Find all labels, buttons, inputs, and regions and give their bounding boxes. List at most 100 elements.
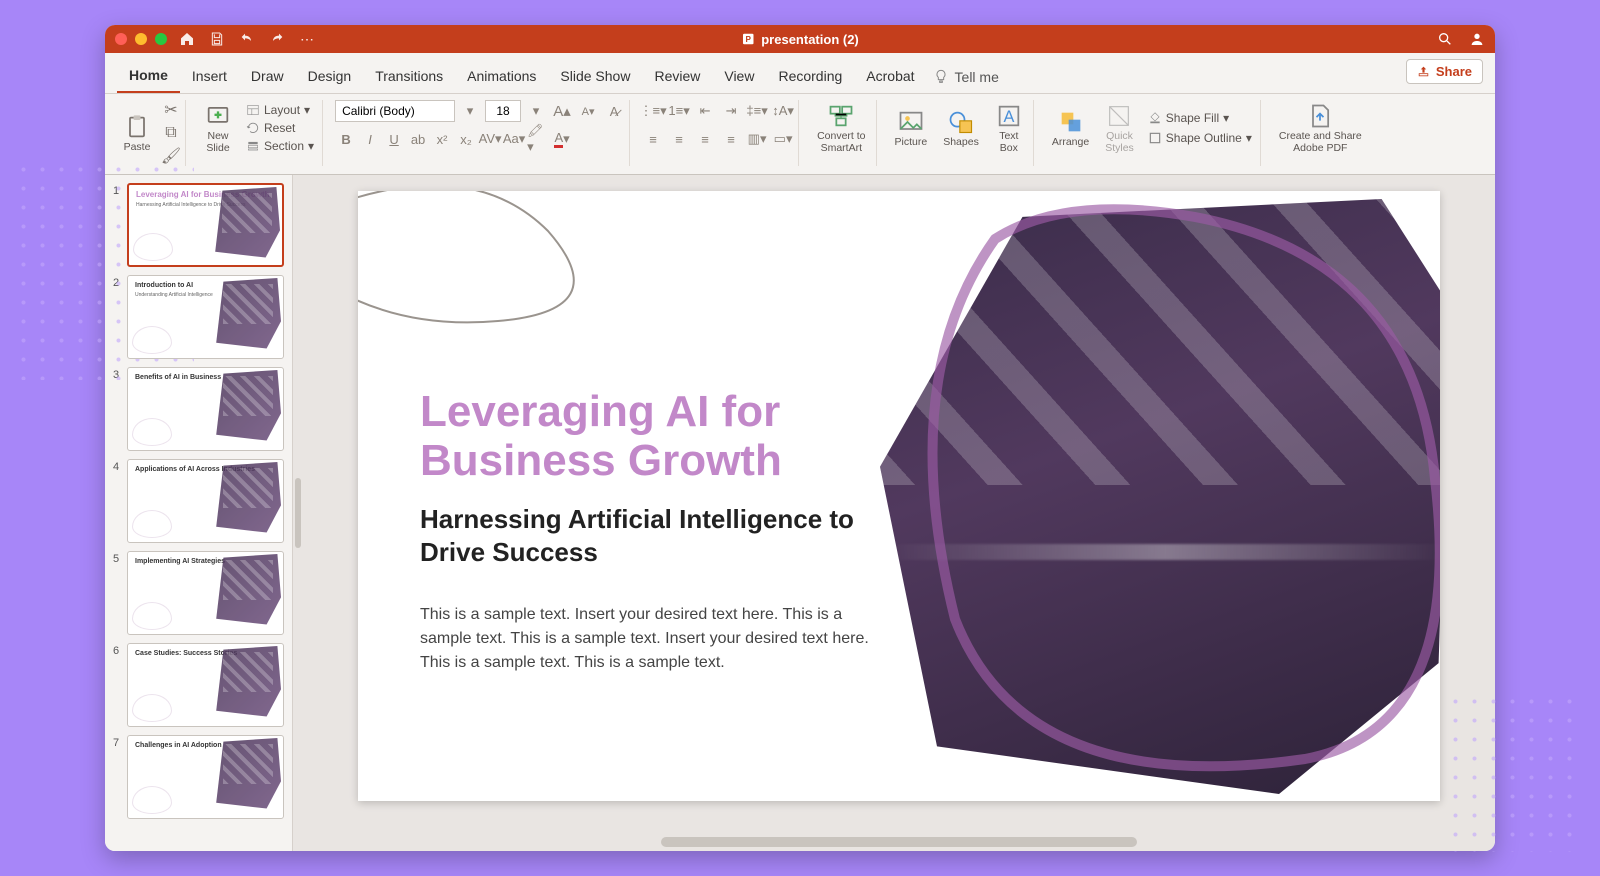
close-window-icon[interactable]	[115, 33, 127, 45]
slide-thumbnail[interactable]: Challenges in AI Adoption	[127, 735, 284, 819]
tab-review[interactable]: Review	[642, 62, 712, 92]
underline-button[interactable]: U	[383, 128, 405, 150]
tab-recording[interactable]: Recording	[766, 62, 854, 92]
tab-slide-show[interactable]: Slide Show	[548, 62, 642, 92]
numbering-button[interactable]: 1≡▾	[668, 100, 690, 122]
font-name-input[interactable]	[335, 100, 455, 122]
slide-thumbnail[interactable]: Case Studies: Success Stories	[127, 643, 284, 727]
undo-icon[interactable]	[239, 31, 255, 47]
bullets-button[interactable]: ⋮≡▾	[642, 100, 664, 122]
maximize-window-icon[interactable]	[155, 33, 167, 45]
work-area: 1Leveraging AI for Business GrowthHarnes…	[105, 175, 1495, 851]
slide-thumbnail[interactable]: Applications of AI Across Industries	[127, 459, 284, 543]
share-label: Share	[1436, 64, 1472, 79]
change-case-button[interactable]: Aa▾	[503, 128, 525, 150]
decorative-ring	[875, 199, 1440, 799]
align-text-button[interactable]: ▭▾	[772, 128, 794, 150]
save-icon[interactable]	[209, 31, 225, 47]
tab-draw[interactable]: Draw	[239, 62, 296, 92]
tab-view[interactable]: View	[712, 62, 766, 92]
document-title: P presentation (2)	[741, 32, 859, 47]
quick-access: ⋯	[179, 31, 315, 47]
tab-insert[interactable]: Insert	[180, 62, 239, 92]
shape-fill-button[interactable]: Shape Fill ▾	[1144, 110, 1256, 126]
more-icon[interactable]: ⋯	[299, 31, 315, 47]
minimize-window-icon[interactable]	[135, 33, 147, 45]
quick-styles-button[interactable]: Quick Styles	[1099, 100, 1140, 156]
highlight-button[interactable]: 🖍▾	[527, 128, 549, 150]
font-color-button[interactable]: A▾	[551, 128, 573, 150]
justify-button[interactable]: ≡	[720, 128, 742, 150]
home-icon[interactable]	[179, 31, 195, 47]
section-button[interactable]: Section ▾	[242, 138, 318, 154]
new-slide-button[interactable]: New Slide	[198, 100, 238, 156]
slide[interactable]: Leveraging AI for Business Growth Harnes…	[358, 191, 1440, 801]
tell-me-label: Tell me	[955, 69, 999, 85]
increase-font-icon[interactable]: A▴	[551, 100, 573, 122]
clipboard-group: Paste ✂ ⧉ 🖌	[113, 100, 186, 166]
cut-icon[interactable]: ✂	[161, 100, 181, 120]
font-group: ▾ ▾ A▴ A▾ A̷ B I U ab x² x₂ AV▾ Aa▾ 🖍▾ A…	[331, 100, 630, 166]
subscript-button[interactable]: x₂	[455, 128, 477, 150]
layout-button[interactable]: Layout ▾	[242, 102, 318, 118]
slide-thumbnail[interactable]: Implementing AI Strategies	[127, 551, 284, 635]
superscript-button[interactable]: x²	[431, 128, 453, 150]
increase-indent-button[interactable]: ⇥	[720, 100, 742, 122]
slide-body[interactable]: This is a sample text. Insert your desir…	[420, 603, 890, 675]
font-size-input[interactable]	[485, 100, 521, 122]
tab-home[interactable]: Home	[117, 61, 180, 93]
clear-format-icon[interactable]: A̷	[603, 100, 625, 122]
horizontal-scrollbar[interactable]	[661, 837, 1138, 847]
chevron-down-icon[interactable]: ▾	[459, 100, 481, 122]
arrange-button[interactable]: Arrange	[1046, 106, 1095, 150]
adobe-pdf-button[interactable]: Create and Share Adobe PDF	[1273, 100, 1368, 156]
tab-design[interactable]: Design	[296, 62, 364, 92]
slides-group: New Slide Layout ▾ Reset Section ▾	[194, 100, 323, 166]
tab-animations[interactable]: Animations	[455, 62, 548, 92]
slide-thumbnail[interactable]: Leveraging AI for Business GrowthHarness…	[127, 183, 284, 267]
adobe-group: Create and Share Adobe PDF	[1269, 100, 1372, 166]
copy-icon[interactable]: ⧉	[161, 123, 181, 143]
slide-title[interactable]: Leveraging AI for Business Growth	[420, 387, 920, 486]
decrease-indent-button[interactable]: ⇤	[694, 100, 716, 122]
thumb-number: 4	[113, 459, 123, 543]
bold-button[interactable]: B	[335, 128, 357, 150]
slide-thumbnail[interactable]: Benefits of AI in Business	[127, 367, 284, 451]
thumb-number: 6	[113, 643, 123, 727]
textbox-button[interactable]: AText Box	[989, 100, 1029, 156]
tell-me-search[interactable]: Tell me	[933, 69, 999, 85]
character-spacing-button[interactable]: AV▾	[479, 128, 501, 150]
account-icon[interactable]	[1469, 31, 1485, 47]
share-button[interactable]: Share	[1406, 59, 1483, 84]
align-center-button[interactable]: ≡	[668, 128, 690, 150]
thumb-number: 5	[113, 551, 123, 635]
paragraph-group: ⋮≡▾ 1≡▾ ⇤ ⇥ ‡≡▾ ↕A▾ ≡ ≡ ≡ ≡ ▥▾ ▭▾	[638, 100, 799, 166]
line-spacing-button[interactable]: ‡≡▾	[746, 100, 768, 122]
reset-button[interactable]: Reset	[242, 120, 318, 136]
shapes-button[interactable]: Shapes	[937, 106, 985, 150]
slide-subtitle[interactable]: Harnessing Artificial Intelligence to Dr…	[420, 503, 920, 568]
slide-canvas-area[interactable]: Leveraging AI for Business Growth Harnes…	[303, 175, 1495, 851]
columns-button[interactable]: ▥▾	[746, 128, 768, 150]
chevron-down-icon[interactable]: ▾	[525, 100, 547, 122]
window-controls	[115, 33, 167, 45]
slide-thumbnail[interactable]: Introduction to AIUnderstanding Artifici…	[127, 275, 284, 359]
italic-button[interactable]: I	[359, 128, 381, 150]
tab-transitions[interactable]: Transitions	[363, 62, 455, 92]
convert-smartart-button[interactable]: Convert to SmartArt	[811, 100, 871, 156]
paste-button[interactable]: Paste	[117, 111, 157, 155]
search-icon[interactable]	[1437, 31, 1453, 47]
svg-text:A: A	[1003, 108, 1014, 126]
redo-icon[interactable]	[269, 31, 285, 47]
splitter[interactable]	[293, 175, 303, 851]
text-direction-button[interactable]: ↕A▾	[772, 100, 794, 122]
thumb-number: 7	[113, 735, 123, 819]
strike-button[interactable]: ab	[407, 128, 429, 150]
align-right-button[interactable]: ≡	[694, 128, 716, 150]
align-left-button[interactable]: ≡	[642, 128, 664, 150]
picture-button[interactable]: Picture	[889, 106, 934, 150]
tab-acrobat[interactable]: Acrobat	[854, 62, 926, 92]
decrease-font-icon[interactable]: A▾	[577, 100, 599, 122]
insert-group: Picture Shapes AText Box	[885, 100, 1034, 166]
shape-outline-button[interactable]: Shape Outline ▾	[1144, 130, 1256, 146]
